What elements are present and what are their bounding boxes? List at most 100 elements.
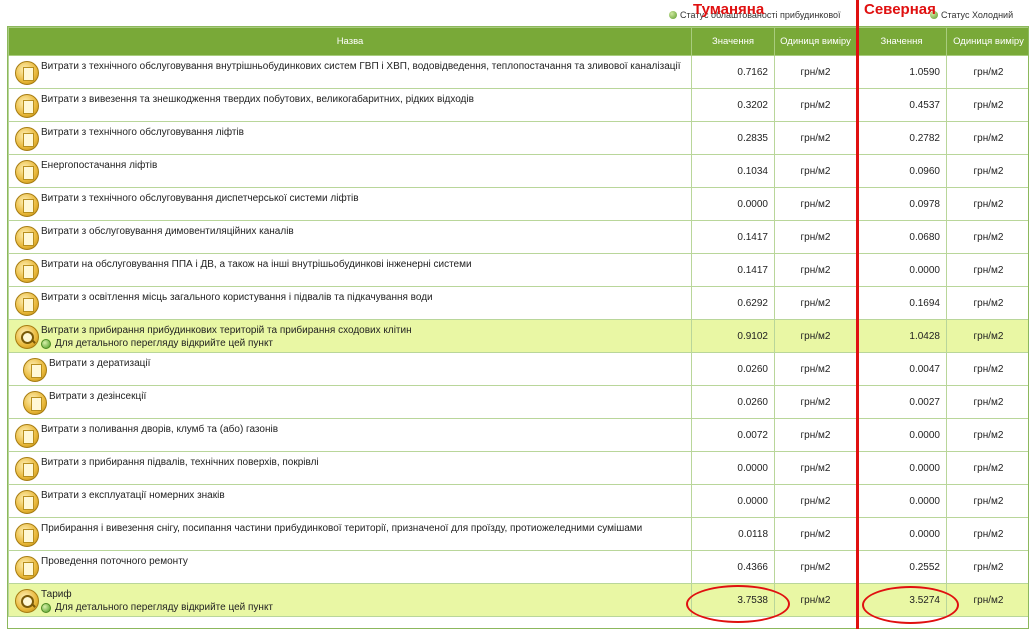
table-row[interactable]: Прибирання і вивезення снігу, посипання … bbox=[8, 517, 1028, 551]
header-value-1[interactable]: Значення bbox=[691, 27, 775, 56]
row-detail-hint[interactable]: Для детального перегляду відкрийте цей п… bbox=[41, 338, 412, 349]
table-row[interactable]: Витрати з освітлення місць загального ко… bbox=[8, 286, 1028, 320]
doc-icon[interactable] bbox=[23, 358, 47, 382]
row-name-label[interactable]: Витрати з технічного обслуговування ліфт… bbox=[41, 125, 244, 139]
row-unit-2: грн/м2 bbox=[946, 352, 1028, 386]
row-name-cell[interactable]: Витрати з технічного обслуговування ліфт… bbox=[8, 121, 692, 155]
row-name-cell[interactable]: Витрати на обслуговування ППА і ДВ, а та… bbox=[8, 253, 692, 287]
row-unit-1: грн/м2 bbox=[774, 385, 857, 419]
doc-icon[interactable] bbox=[15, 424, 39, 448]
row-text-wrap: Прибирання і вивезення снігу, посипання … bbox=[41, 521, 642, 535]
row-value-1: 0.9102 bbox=[691, 319, 775, 353]
doc-icon[interactable] bbox=[15, 226, 39, 250]
doc-icon[interactable] bbox=[15, 292, 39, 316]
row-name-label[interactable]: Витрати з експлуатації номерних знаків bbox=[41, 488, 225, 502]
row-name-label[interactable]: Прибирання і вивезення снігу, посипання … bbox=[41, 521, 642, 535]
row-name-label[interactable]: Витрати з прибирання прибудинкових терит… bbox=[41, 323, 412, 337]
row-name-cell[interactable]: Витрати з вивезення та знешкодження твер… bbox=[8, 88, 692, 122]
row-name-label[interactable]: Витрати з технічного обслуговування дисп… bbox=[41, 191, 359, 205]
row-text-wrap: Витрати на обслуговування ППА і ДВ, а та… bbox=[41, 257, 472, 271]
row-name-cell[interactable]: Витрати з обслуговування димовентиляційн… bbox=[8, 220, 692, 254]
row-name-label[interactable]: Витрати з технічного обслуговування внут… bbox=[41, 59, 680, 73]
row-name-cell[interactable]: Енергопостачання ліфтів bbox=[8, 154, 692, 188]
doc-icon[interactable] bbox=[23, 391, 47, 415]
row-name-cell[interactable]: Проведення поточного ремонту bbox=[8, 550, 692, 584]
table-row[interactable]: Витрати з обслуговування димовентиляційн… bbox=[8, 220, 1028, 254]
row-detail-hint[interactable]: Для детального перегляду відкрийте цей п… bbox=[41, 602, 273, 613]
table-row[interactable]: Енергопостачання ліфтів 0.1034 грн/м2 0.096… bbox=[8, 154, 1028, 188]
table-row[interactable]: Витрати з дератизації 0.0260 грн/м2 0.0047 г… bbox=[8, 352, 1028, 386]
row-text-wrap: Витрати з поливання дворів, клумб та (аб… bbox=[41, 422, 278, 436]
header-value-2[interactable]: Значення bbox=[856, 27, 947, 56]
row-name-label[interactable]: Тариф bbox=[41, 587, 273, 601]
table-row[interactable]: Витрати з вивезення та знешкодження твер… bbox=[8, 88, 1028, 122]
row-text-wrap: Проведення поточного ремонту bbox=[41, 554, 188, 568]
row-name-label[interactable]: Витрати з прибирання підвалів, технічних… bbox=[41, 455, 319, 469]
row-unit-2: грн/м2 bbox=[946, 451, 1028, 485]
info-dot-icon bbox=[41, 602, 51, 613]
row-name-wrap: Витрати з поливання дворів, клумб та (аб… bbox=[15, 422, 687, 448]
header-unit-1[interactable]: Одиниця виміру bbox=[774, 27, 857, 56]
row-name-cell[interactable]: Витрати з експлуатації номерних знаків bbox=[8, 484, 692, 518]
doc-icon[interactable] bbox=[15, 94, 39, 118]
row-value-1: 0.0072 bbox=[691, 418, 775, 452]
row-name-cell[interactable]: Витрати з технічного обслуговування внут… bbox=[8, 55, 692, 89]
tariff-table: Назва Значення Одиниця виміру Значення О… bbox=[8, 27, 1028, 617]
row-name-cell[interactable]: Прибирання і вивезення снігу, посипання … bbox=[8, 517, 692, 551]
row-name-cell[interactable]: Витрати з прибирання підвалів, технічних… bbox=[8, 451, 692, 485]
row-name-cell[interactable]: Витрати з прибирання прибудинкових терит… bbox=[8, 319, 692, 353]
row-name-cell[interactable]: Тариф Для детального перегляду відкрийте … bbox=[8, 583, 692, 617]
row-text-wrap: Витрати з дератизації bbox=[49, 356, 150, 370]
row-name-wrap: Витрати з прибирання прибудинкових терит… bbox=[15, 323, 687, 349]
table-row[interactable]: Витрати з прибирання прибудинкових терит… bbox=[8, 319, 1028, 353]
doc-icon[interactable] bbox=[15, 259, 39, 283]
row-unit-1: грн/м2 bbox=[774, 253, 857, 287]
row-name-label[interactable]: Витрати з вивезення та знешкодження твер… bbox=[41, 92, 474, 106]
row-name-label[interactable]: Витрати на обслуговування ППА і ДВ, а та… bbox=[41, 257, 472, 271]
row-value-2: 0.0680 bbox=[856, 220, 947, 254]
row-text-wrap: Витрати з технічного обслуговування ліфт… bbox=[41, 125, 244, 139]
row-value-2: 0.4537 bbox=[856, 88, 947, 122]
row-name-label[interactable]: Витрати з поливання дворів, клумб та (аб… bbox=[41, 422, 278, 436]
row-name-label[interactable]: Проведення поточного ремонту bbox=[41, 554, 188, 568]
row-name-label[interactable]: Витрати з обслуговування димовентиляційн… bbox=[41, 224, 294, 238]
doc-icon[interactable] bbox=[15, 127, 39, 151]
table-row[interactable]: Витрати з дезінсекції 0.0260 грн/м2 0.0027 г… bbox=[8, 385, 1028, 419]
magnifier-icon[interactable] bbox=[15, 589, 39, 613]
doc-icon[interactable] bbox=[15, 193, 39, 217]
row-name-label[interactable]: Витрати з освітлення місць загального ко… bbox=[41, 290, 433, 304]
table-row[interactable]: Проведення поточного ремонту 0.4366 грн/м2… bbox=[8, 550, 1028, 584]
doc-icon[interactable] bbox=[15, 490, 39, 514]
info-dot-icon bbox=[41, 338, 51, 349]
magnifier-icon[interactable] bbox=[15, 325, 39, 349]
status-link-right[interactable]: Статус Холодний bbox=[930, 10, 1036, 20]
table-row[interactable]: Витрати на обслуговування ППА і ДВ, а та… bbox=[8, 253, 1028, 287]
doc-icon[interactable] bbox=[15, 160, 39, 184]
row-name-cell[interactable]: Витрати з дератизації bbox=[8, 352, 692, 386]
row-name-cell[interactable]: Витрати з поливання дворів, клумб та (аб… bbox=[8, 418, 692, 452]
row-name-cell[interactable]: Витрати з технічного обслуговування дисп… bbox=[8, 187, 692, 221]
table-row[interactable]: Витрати з прибирання підвалів, технічних… bbox=[8, 451, 1028, 485]
row-value-1: 0.4366 bbox=[691, 550, 775, 584]
row-name-wrap: Проведення поточного ремонту bbox=[15, 554, 687, 580]
row-text-wrap: Витрати з технічного обслуговування дисп… bbox=[41, 191, 359, 205]
row-name-label[interactable]: Витрати з дератизації bbox=[49, 356, 150, 370]
row-name-wrap: Витрати з дератизації bbox=[15, 356, 687, 382]
header-unit-2[interactable]: Одиниця виміру bbox=[946, 27, 1028, 56]
doc-icon[interactable] bbox=[15, 457, 39, 481]
row-name-cell[interactable]: Витрати з дезінсекції bbox=[8, 385, 692, 419]
doc-icon[interactable] bbox=[15, 61, 39, 85]
row-text-wrap: Енергопостачання ліфтів bbox=[41, 158, 157, 172]
row-text-wrap: Тариф Для детального перегляду відкрийте … bbox=[41, 587, 273, 613]
row-name-label[interactable]: Витрати з дезінсекції bbox=[49, 389, 146, 403]
table-row[interactable]: Витрати з технічного обслуговування внут… bbox=[8, 55, 1028, 89]
table-row[interactable]: Витрати з технічного обслуговування ліфт… bbox=[8, 121, 1028, 155]
header-name[interactable]: Назва bbox=[8, 27, 692, 56]
doc-icon[interactable] bbox=[15, 523, 39, 547]
row-name-cell[interactable]: Витрати з освітлення місць загального ко… bbox=[8, 286, 692, 320]
row-name-label[interactable]: Енергопостачання ліфтів bbox=[41, 158, 157, 172]
doc-icon[interactable] bbox=[15, 556, 39, 580]
table-row[interactable]: Витрати з технічного обслуговування дисп… bbox=[8, 187, 1028, 221]
table-row[interactable]: Витрати з експлуатації номерних знаків 0.… bbox=[8, 484, 1028, 518]
table-row[interactable]: Витрати з поливання дворів, клумб та (аб… bbox=[8, 418, 1028, 452]
